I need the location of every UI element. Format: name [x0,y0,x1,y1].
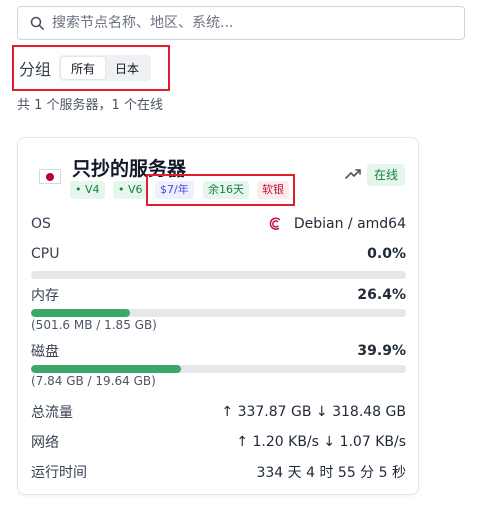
traffic-label: 总流量 [31,405,73,421]
memory-bar [31,309,406,317]
trend-icon[interactable] [345,167,361,181]
uptime-row: 运行时间 334 天 4 时 55 分 5 秒 [31,462,406,482]
group-option-japan[interactable]: 日本 [105,57,149,79]
os-label: OS [31,216,51,232]
traffic-value: ↑ 337.87 GB ↓ 318.48 GB [221,404,406,420]
memory-bar-fill [31,309,130,317]
ipv4-tag: • V4 [70,181,105,199]
traffic-row: 总流量 ↑ 337.87 GB ↓ 318.48 GB [31,402,406,422]
cpu-bar [31,271,406,279]
disk-label: 磁盘 [31,344,59,360]
group-label: 分组 [19,60,52,79]
memory-detail: (501.6 MB / 1.85 GB) [31,318,157,332]
server-count-summary: 共 1 个服务器，1 个在线 [17,98,163,113]
search-input[interactable] [52,15,432,31]
network-row: 网络 ↑ 1.20 KB/s ↓ 1.07 KB/s [31,432,406,452]
os-value: Debian / amd64 [293,216,406,232]
disk-bar [31,365,406,373]
disk-detail: (7.84 GB / 19.64 GB) [31,374,156,388]
os-row: OS Debian / amd64 [31,216,406,232]
japan-flag-icon [39,169,61,184]
cpu-value: 0.0% [367,246,406,262]
group-segmented-control: 所有 日本 [59,55,152,81]
ipv6-tag: • V6 [113,181,148,199]
disk-bar-fill [31,365,181,373]
network-label: 网络 [31,435,59,451]
memory-value: 26.4% [357,287,406,303]
search-box[interactable] [17,6,465,40]
debian-icon [269,217,281,230]
server-card[interactable]: 只抄的服务器 • V4 • V6 $7/年 余16天 软银 在线 OS Debi… [17,137,419,495]
tags-highlight-box [146,174,295,206]
group-filter: 分组 所有 日本 [12,45,170,91]
status-badge: 在线 [367,164,406,186]
network-value: ↑ 1.20 KB/s ↓ 1.07 KB/s [236,434,406,450]
cpu-label: CPU [31,246,60,262]
cpu-row: CPU 0.0% [31,246,406,262]
memory-row: 内存 26.4% [31,285,406,305]
memory-label: 内存 [31,288,59,304]
disk-row: 磁盘 39.9% [31,341,406,361]
group-option-all[interactable]: 所有 [61,57,106,79]
search-icon [30,16,44,30]
uptime-label: 运行时间 [31,465,87,481]
uptime-value: 334 天 4 时 55 分 5 秒 [256,465,406,481]
disk-value: 39.9% [357,343,406,359]
